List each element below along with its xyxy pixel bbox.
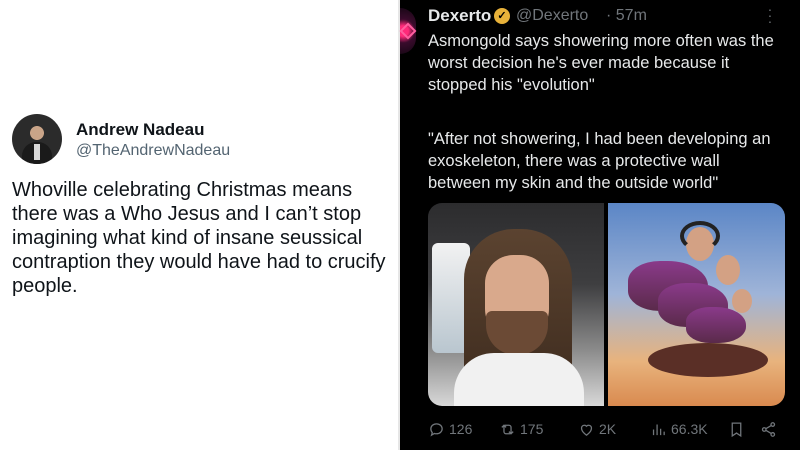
reply-button[interactable]: 126 [428,418,472,440]
headphones-1 [680,221,720,251]
views-button[interactable]: 66.3K [650,418,708,440]
photo-man-in-car[interactable] [428,203,604,406]
timestamp[interactable]: · 57m [606,7,647,25]
creature-legs [648,343,768,377]
creature-3 [686,307,746,343]
tweet-quote: "After not showering, I had been develop… [428,130,771,192]
author-handle[interactable]: @TheAndrewNadeau [76,142,230,160]
avatar[interactable] [400,8,416,54]
repost-button[interactable]: 175 [499,418,543,440]
media-grid [428,203,785,406]
shirt [454,353,584,406]
share-icon [761,421,776,437]
repost-icon [501,423,514,435]
views-count: 66.3K [671,421,708,437]
repost-count: 175 [520,421,544,437]
bookmark-button[interactable] [728,418,745,440]
author-name[interactable]: Andrew Nadeau [76,120,204,140]
creature-head-2 [716,255,740,285]
tweet-text: Whoville celebrating Christmas means the… [12,179,386,297]
verified-badge-icon: ✓ [494,8,510,24]
creature-head-3 [732,289,752,313]
right-tweet: Dexerto ✓ @Dexerto · 57m · · · Asmongold s… [400,0,800,450]
author-name[interactable]: Dexerto [428,6,491,26]
like-count: 2K [599,421,617,437]
reply-icon [430,422,443,437]
share-button[interactable] [760,418,777,440]
avatar-shirt [34,144,40,160]
photo-evolution-illustration[interactable] [608,203,785,406]
more-icon[interactable]: · · · [766,2,774,28]
views-icon [652,424,665,435]
avatar[interactable] [12,114,62,164]
like-icon [580,424,593,436]
left-tweet: Andrew Nadeau @TheAndrewNadeau Whoville … [0,0,398,450]
tweet-text: Asmongold says showering more often was … [428,32,774,94]
action-bar: 126 175 2K 66.3K [428,418,790,440]
like-button[interactable]: 2K [578,418,616,440]
bookmark-icon [731,421,742,437]
author-handle[interactable]: @Dexerto [516,7,588,25]
reply-count: 126 [449,421,473,437]
